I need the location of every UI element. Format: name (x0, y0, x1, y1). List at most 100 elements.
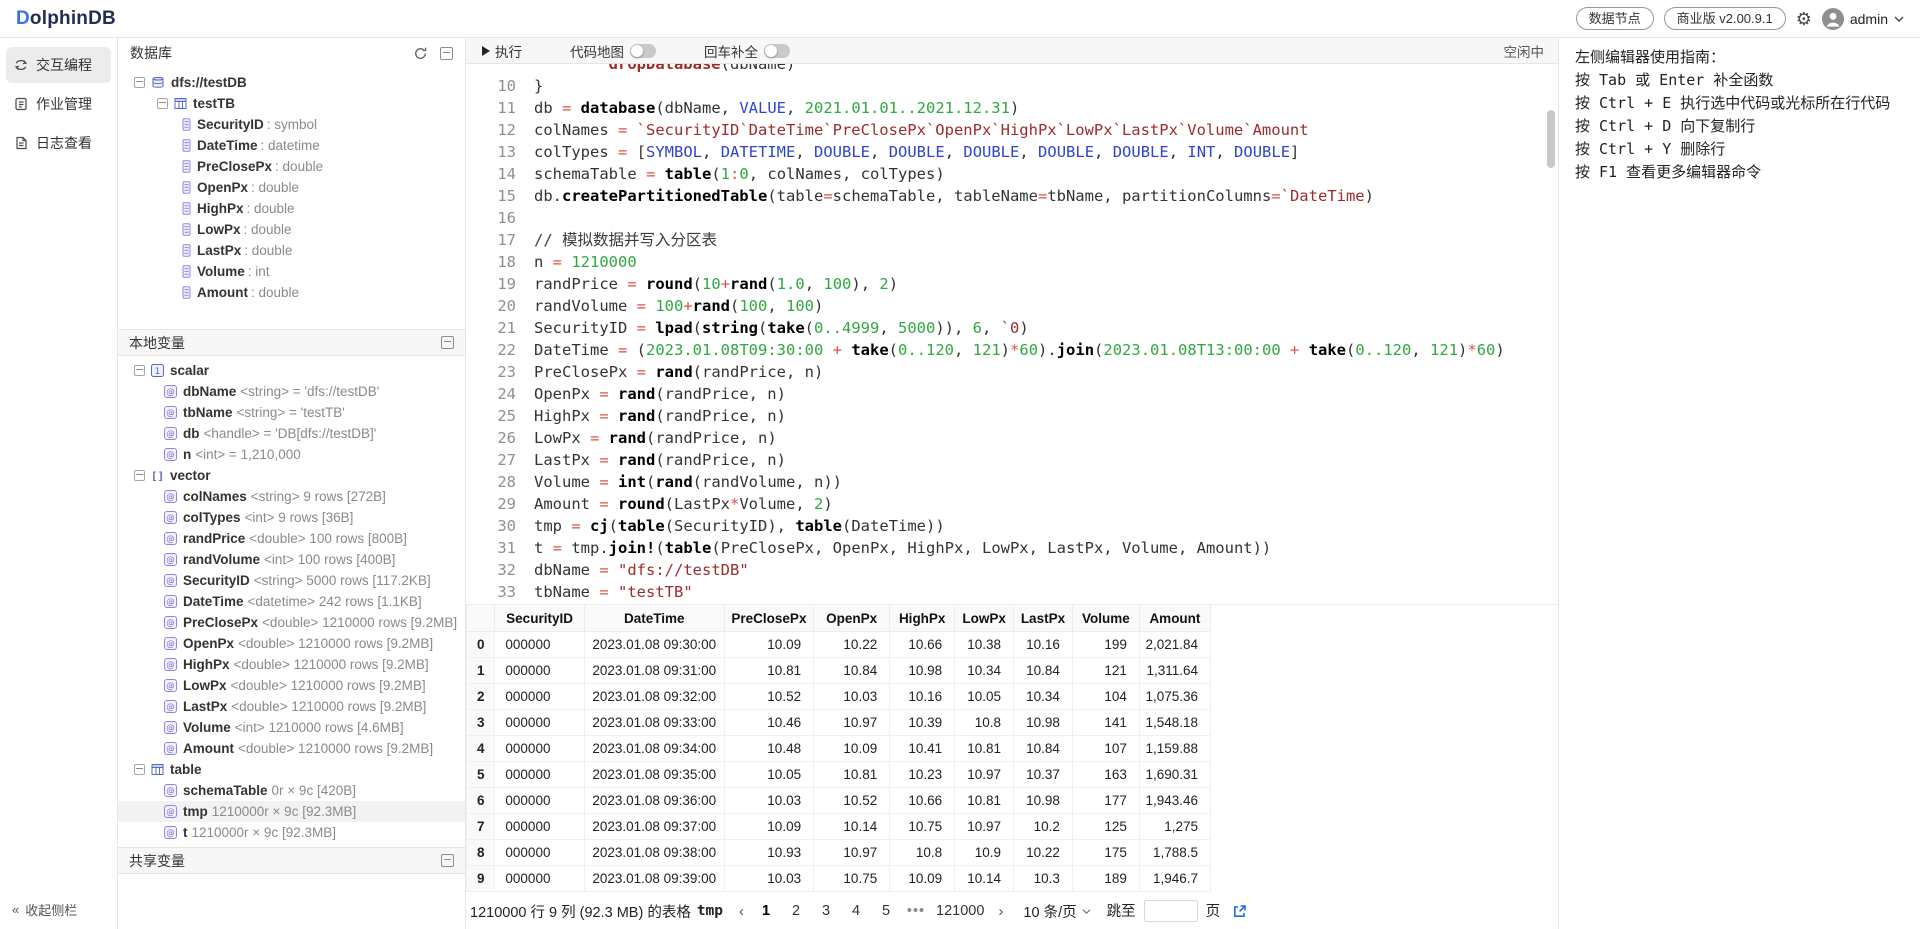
collapse-shared-icon[interactable] (441, 854, 454, 867)
version-badge[interactable]: 商业版 v2.00.9.1 (1663, 7, 1786, 30)
variables-group-table[interactable]: table (118, 759, 465, 780)
editor-scrollbar[interactable] (1547, 68, 1555, 598)
tree-collapse-icon[interactable] (134, 365, 145, 376)
column-header[interactable]: Amount (1138, 605, 1212, 632)
code-editor[interactable]: dropDatabase(dbName) 10} 11 db = database(d… (466, 64, 1558, 604)
variable-item[interactable]: @ colNames <string> 9 rows [272B] (118, 486, 465, 507)
table-row[interactable]: 1 000000 2023.01.08 09:31:00 10.81 10.84 10.9… (465, 657, 1212, 684)
sidebar-item-interactive-programming[interactable]: 交互编程 (6, 47, 111, 83)
collapse-panel-icon[interactable] (440, 46, 453, 60)
database-icon (151, 75, 165, 90)
variables-group-scalar[interactable]: 1 scalar (118, 360, 465, 381)
collapse-sidebar-button[interactable]: « 收起侧栏 (12, 900, 77, 919)
code-text: // 模拟数据并写入分区表 (534, 231, 717, 249)
table-row[interactable]: 4 000000 2023.01.08 09:34:00 10.48 10.09 10.4… (465, 735, 1212, 762)
variable-item[interactable]: @ tbName <string> = 'testTB' (118, 402, 465, 423)
tree-collapse-icon[interactable] (157, 98, 168, 109)
variable-item[interactable]: @ SecurityID <string> 5000 rows [117.2KB] (118, 570, 465, 591)
code-text: DateTime = (2023.01.08T09:30:00 + take(0… (534, 341, 1505, 359)
column-header[interactable]: SecurityID (494, 605, 585, 632)
table-cell: 10.46 (723, 709, 815, 736)
table-row[interactable]: 8 000000 2023.01.08 09:38:00 10.93 10.97 10.8… (465, 839, 1212, 866)
code-text: db.createPartitionedTable(table=schemaTa… (534, 187, 1374, 205)
db-tree-column[interactable]: LastPx: double (118, 240, 465, 261)
table-cell: 2,021.84 (1138, 631, 1212, 658)
db-tree-column[interactable]: HighPx: double (118, 198, 465, 219)
db-tree-column[interactable]: LowPx: double (118, 219, 465, 240)
page-number[interactable]: 4 (842, 903, 870, 919)
editor-toolbar: 执行 代码地图 回车补全 空闲中 (466, 38, 1558, 64)
table-row[interactable]: 3 000000 2023.01.08 09:33:00 10.46 10.97 10.3… (465, 709, 1212, 736)
variable-item[interactable]: @ schemaTable 0r × 9c [420B] (118, 780, 465, 801)
column-header[interactable]: DateTime (583, 605, 725, 632)
data-node-badge[interactable]: 数据节点 (1575, 7, 1654, 30)
db-tree-column[interactable]: Amount: double (118, 282, 465, 303)
variables-group-vector[interactable]: [] vector (118, 465, 465, 486)
column-header[interactable]: OpenPx (813, 605, 891, 632)
db-tree-column[interactable]: Volume: int (118, 261, 465, 282)
page-number[interactable]: 5 (872, 903, 900, 919)
variable-item[interactable]: @ DateTime <datetime> 242 rows [1.1KB] (118, 591, 465, 612)
variable-item[interactable]: @ db <handle> = 'DB[dfs://testDB]' (118, 423, 465, 444)
page-number[interactable]: 2 (782, 903, 810, 919)
prev-page-button[interactable]: ‹ (733, 903, 750, 920)
page-size-select[interactable]: 10 条/页 (1023, 901, 1091, 922)
column-header[interactable]: PreClosePx (723, 605, 815, 632)
user-menu[interactable]: admin (1821, 7, 1904, 30)
table-row[interactable]: 2 000000 2023.01.08 09:32:00 10.52 10.03 10.1… (465, 683, 1212, 710)
variable-item[interactable]: @ randPrice <double> 100 rows [800B] (118, 528, 465, 549)
variable-item[interactable]: @ n <int> = 1,210,000 (118, 444, 465, 465)
variable-name: LowPx (183, 678, 227, 693)
refresh-icon[interactable] (413, 46, 428, 61)
next-page-button[interactable]: › (992, 903, 1009, 920)
variable-item[interactable]: @ PreClosePx <double> 1210000 rows [9.2MB] (118, 612, 465, 633)
variable-item[interactable]: @ LowPx <double> 1210000 rows [9.2MB] (118, 675, 465, 696)
jump-page-input[interactable] (1143, 900, 1198, 923)
db-tree-node-database[interactable]: dfs://testDB (118, 72, 465, 93)
column-header[interactable]: LastPx (1013, 605, 1073, 632)
variable-item[interactable]: @ tmp 1210000r × 9c [92.3MB] (118, 801, 465, 822)
collapse-variables-icon[interactable] (441, 336, 454, 349)
page-number[interactable]: 3 (812, 903, 840, 919)
db-tree-node-table[interactable]: testTB (118, 93, 465, 114)
variable-item[interactable]: @ randVolume <int> 100 rows [400B] (118, 549, 465, 570)
variable-item[interactable]: @ LastPx <double> 1210000 rows [9.2MB] (118, 696, 465, 717)
column-header[interactable]: Volume (1071, 605, 1140, 632)
page-number[interactable]: 1 (752, 903, 780, 919)
tree-collapse-icon[interactable] (134, 77, 145, 88)
run-button[interactable]: 执行 (482, 41, 522, 61)
variable-item[interactable]: @ OpenPx <double> 1210000 rows [9.2MB] (118, 633, 465, 654)
export-table-icon[interactable] (1232, 904, 1247, 919)
table-row[interactable]: 9 000000 2023.01.08 09:39:00 10.03 10.75 10.0… (465, 865, 1212, 892)
db-tree-column[interactable]: PreClosePx: double (118, 156, 465, 177)
code-map-toggle[interactable] (630, 43, 656, 58)
db-tree-column[interactable]: OpenPx: double (118, 177, 465, 198)
line-number: 22 (497, 341, 516, 359)
line-number: 10 (497, 77, 516, 95)
variable-item[interactable]: @ colTypes <int> 9 rows [36B] (118, 507, 465, 528)
sidebar-item-job-management[interactable]: 作业管理 (6, 86, 111, 122)
page-number[interactable]: 121000 (932, 903, 988, 919)
db-tree-column[interactable]: SecurityID: symbol (118, 114, 465, 135)
variable-item[interactable]: @ dbName <string> = 'dfs://testDB' (118, 381, 465, 402)
jump-to-group: 跳至 页 (1107, 900, 1220, 923)
scrollbar-thumb[interactable] (1547, 110, 1555, 168)
table-row[interactable]: 6 000000 2023.01.08 09:36:00 10.03 10.52 10.6… (465, 787, 1212, 814)
db-tree-column[interactable]: DateTime: datetime (118, 135, 465, 156)
column-header[interactable]: HighPx (889, 605, 956, 632)
sidebar-item-log-viewer[interactable]: 日志查看 (6, 125, 111, 161)
variable-item[interactable]: @ t 1210000r × 9c [92.3MB] (118, 822, 465, 843)
table-row[interactable]: 7 000000 2023.01.08 09:37:00 10.09 10.14 10.7… (465, 813, 1212, 840)
column-type: : int (247, 264, 270, 279)
variable-item[interactable]: @ Amount <double> 1210000 rows [9.2MB] (118, 738, 465, 759)
column-header[interactable]: LowPx (954, 605, 1015, 632)
svg-text:[]: [] (151, 469, 164, 482)
settings-gear-icon[interactable]: ⚙ (1796, 9, 1812, 29)
tree-collapse-icon[interactable] (134, 470, 145, 481)
tree-collapse-icon[interactable] (134, 764, 145, 775)
table-row[interactable]: 5 000000 2023.01.08 09:35:00 10.05 10.81 10.2… (465, 761, 1212, 788)
table-row[interactable]: 0 000000 2023.01.08 09:30:00 10.09 10.22 10.6… (465, 631, 1212, 658)
enter-complete-toggle[interactable] (764, 43, 790, 58)
variable-item[interactable]: @ HighPx <double> 1210000 rows [9.2MB] (118, 654, 465, 675)
variable-item[interactable]: @ Volume <int> 1210000 rows [4.6MB] (118, 717, 465, 738)
